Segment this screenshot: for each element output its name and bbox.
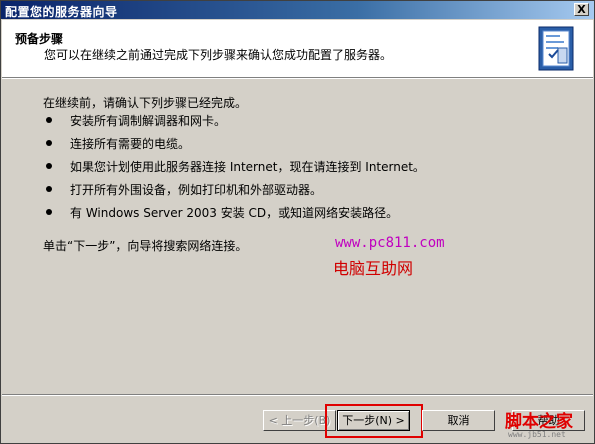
bullet-icon <box>46 163 52 169</box>
footer-divider-highlight <box>2 395 593 396</box>
step-text: 打开所有外围设备，例如打印机和外部驱动器。 <box>70 183 323 197</box>
step-text: 如果您计划使用此服务器连接 Internet，现在请连接到 Internet。 <box>70 160 425 174</box>
step-text: 有 Windows Server 2003 安装 CD，或知道网络安装路径。 <box>70 206 399 220</box>
page-title: 预备步骤 <box>15 32 64 46</box>
bullet-icon <box>46 140 52 146</box>
watermark-logo: 脚本之家 <box>505 412 573 432</box>
window-title: 配置您的服务器向导 <box>5 5 118 19</box>
wizard-window: 配置您的服务器向导 X 预备步骤 您可以在继续之前通过完成下列步骤来确认您成功配… <box>0 0 595 444</box>
watermark-logo-url: www.jb51.net <box>508 430 566 439</box>
wizard-header: 预备步骤 您可以在继续之前通过完成下列步骤来确认您成功配置了服务器。 <box>2 20 593 78</box>
page-subtitle: 您可以在继续之前通过完成下列步骤来确认您成功配置了服务器。 <box>44 48 393 62</box>
wizard-content: 在继续前，请确认下列步骤已经完成。 安装所有调制解调器和网卡。 连接所有需要的电… <box>1 79 594 391</box>
close-button[interactable]: X <box>574 3 589 16</box>
next-button-highlight <box>325 404 423 438</box>
watermark-site-name: 电脑互助网 <box>333 259 414 278</box>
server-checklist-icon <box>538 26 574 71</box>
bullet-icon <box>46 117 52 123</box>
title-bar[interactable]: 配置您的服务器向导 X <box>1 1 594 19</box>
bullet-icon <box>46 209 52 215</box>
bullet-icon <box>46 186 52 192</box>
cancel-button[interactable]: 取消 <box>422 410 495 431</box>
step-text: 安装所有调制解调器和网卡。 <box>70 114 227 128</box>
next-instruction: 单击“下一步”，向导将搜索网络连接。 <box>43 239 248 253</box>
intro-text: 在继续前，请确认下列步骤已经完成。 <box>43 96 248 110</box>
step-text: 连接所有需要的电缆。 <box>70 137 191 151</box>
watermark-url: www.pc811.com <box>335 235 445 251</box>
